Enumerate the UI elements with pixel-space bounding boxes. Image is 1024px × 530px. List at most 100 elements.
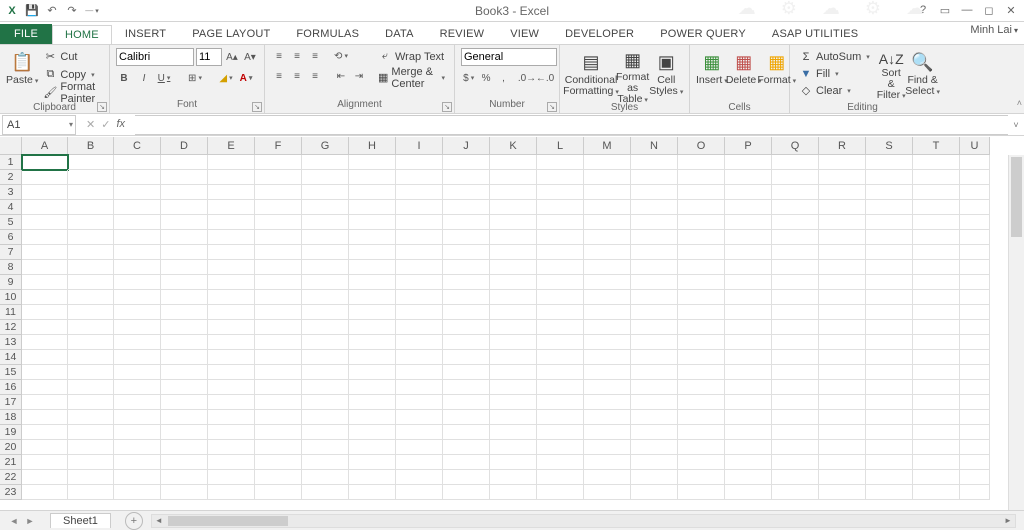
cell[interactable] [913,290,960,305]
cell[interactable] [443,215,490,230]
cell[interactable] [866,350,913,365]
cell[interactable] [866,290,913,305]
cell[interactable] [537,365,584,380]
cell[interactable] [208,245,255,260]
cell[interactable] [631,470,678,485]
cell[interactable] [490,305,537,320]
clear-button[interactable]: ◇Clear [796,82,873,99]
cell[interactable] [114,320,161,335]
align-right-icon[interactable]: ≡ [307,68,323,84]
cell[interactable] [866,260,913,275]
fill-button[interactable]: ▼Fill [796,65,873,82]
cell[interactable] [255,200,302,215]
cell[interactable] [114,200,161,215]
cell[interactable] [537,455,584,470]
cell[interactable] [819,200,866,215]
tab-developer[interactable]: DEVELOPER [552,24,647,44]
cell[interactable] [396,485,443,500]
cell[interactable] [913,185,960,200]
cell[interactable] [819,185,866,200]
cell[interactable] [302,320,349,335]
cell[interactable] [68,350,114,365]
cell[interactable] [161,470,208,485]
cell[interactable] [68,290,114,305]
cell[interactable] [114,335,161,350]
cell[interactable] [725,290,772,305]
cell[interactable] [537,155,584,170]
scroll-left-icon[interactable]: ◄ [152,515,166,527]
cell[interactable] [22,425,68,440]
cell[interactable] [584,185,631,200]
align-center-icon[interactable]: ≡ [289,68,305,84]
cell[interactable] [490,230,537,245]
cell[interactable] [114,410,161,425]
cell[interactable] [725,365,772,380]
cell[interactable] [114,245,161,260]
column-header[interactable]: P [725,137,772,155]
cell[interactable] [678,260,725,275]
percent-format-icon[interactable]: % [478,70,493,86]
cell[interactable] [22,320,68,335]
cell[interactable] [772,200,819,215]
expand-formula-bar-icon[interactable]: ˅ [1008,120,1024,130]
row-header[interactable]: 21 [0,455,22,470]
cell[interactable] [537,380,584,395]
cell[interactable] [819,320,866,335]
cell[interactable] [490,470,537,485]
number-format-select[interactable] [461,48,557,66]
cell[interactable] [255,215,302,230]
ribbon-display-icon[interactable]: ▭ [934,0,956,20]
cell[interactable] [490,290,537,305]
cell[interactable] [396,425,443,440]
cell[interactable] [161,185,208,200]
dialog-launcher-icon[interactable]: ↘ [97,102,107,112]
cell[interactable] [396,305,443,320]
cell[interactable] [68,245,114,260]
cell[interactable] [349,170,396,185]
cell[interactable] [537,185,584,200]
cell[interactable] [819,170,866,185]
tab-page-layout[interactable]: PAGE LAYOUT [179,24,283,44]
row-header[interactable]: 16 [0,380,22,395]
cell[interactable] [772,380,819,395]
row-header[interactable]: 3 [0,185,22,200]
cell[interactable] [819,335,866,350]
cell[interactable] [537,440,584,455]
cell[interactable] [349,365,396,380]
cell[interactable] [302,260,349,275]
cell[interactable] [114,230,161,245]
cell[interactable] [114,305,161,320]
cell[interactable] [22,290,68,305]
cell[interactable] [490,365,537,380]
cell[interactable] [960,245,990,260]
cell[interactable] [443,185,490,200]
cell[interactable] [208,350,255,365]
cell[interactable] [114,455,161,470]
tab-review[interactable]: REVIEW [427,24,498,44]
cell[interactable] [490,170,537,185]
autosum-button[interactable]: ΣAutoSum [796,48,873,65]
cell[interactable] [913,320,960,335]
cell[interactable] [725,245,772,260]
cell[interactable] [866,200,913,215]
new-sheet-button[interactable]: + [125,512,143,530]
cell[interactable] [725,335,772,350]
cell[interactable] [22,275,68,290]
column-header[interactable]: I [396,137,443,155]
cell[interactable] [208,395,255,410]
cell[interactable] [208,230,255,245]
cell[interactable] [631,410,678,425]
cell[interactable] [866,455,913,470]
column-header[interactable]: Q [772,137,819,155]
cell[interactable] [349,305,396,320]
cell[interactable] [396,470,443,485]
bold-button[interactable]: B [116,70,132,86]
format-cells-button[interactable]: ▦ Format [760,48,794,102]
cell[interactable] [302,440,349,455]
cell[interactable] [866,485,913,500]
cell[interactable] [490,260,537,275]
cell[interactable] [537,485,584,500]
cell[interactable] [631,215,678,230]
redo-icon[interactable]: ↷ [64,3,80,19]
cell[interactable] [208,275,255,290]
